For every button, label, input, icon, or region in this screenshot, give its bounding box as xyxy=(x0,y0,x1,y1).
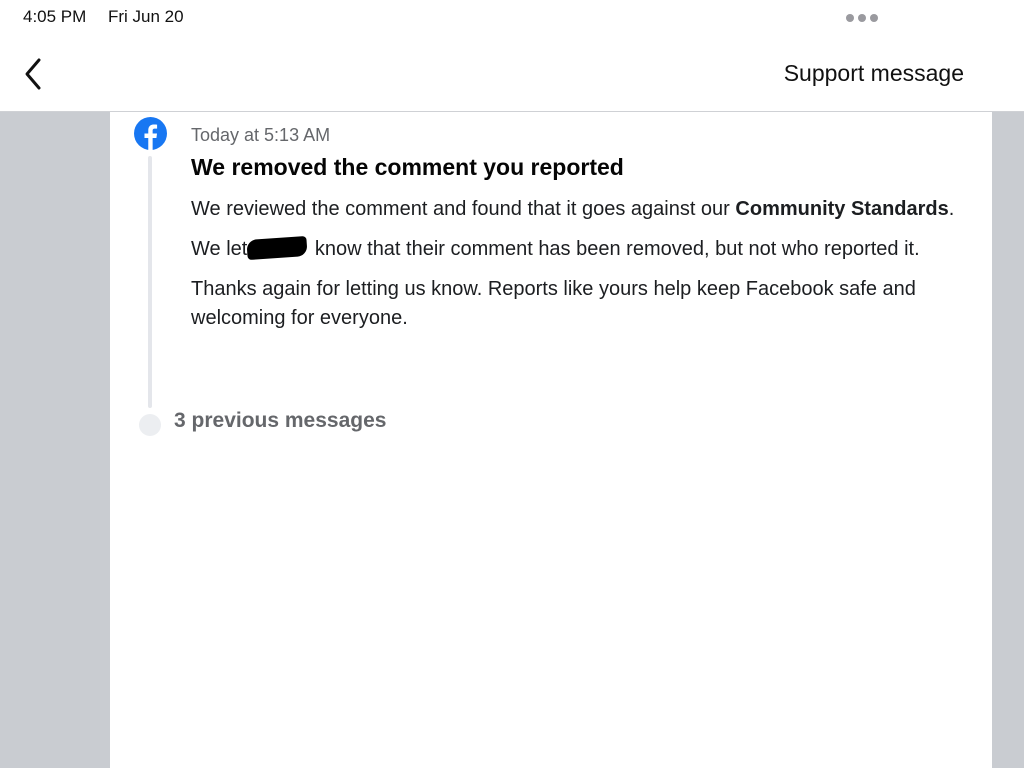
message-paragraph: We let know that their comment has been … xyxy=(191,235,971,264)
message-panel: Today at 5:13 AM We removed the comment … xyxy=(110,112,992,768)
message-paragraph: Thanks again for letting us know. Report… xyxy=(191,278,916,329)
back-button[interactable] xyxy=(16,54,52,94)
status-time: 4:05 PM xyxy=(23,7,87,26)
multitasking-dots-icon[interactable] xyxy=(846,14,878,22)
paragraph-text: We reviewed the comment and found that i… xyxy=(191,198,736,220)
status-date: Fri Jun 20 xyxy=(108,7,184,26)
thread-line xyxy=(148,156,152,408)
previous-messages-link[interactable]: 3 previous messages xyxy=(174,409,386,433)
status-bar: 4:05 PM Fri Jun 20 xyxy=(0,0,1024,36)
message-paragraph: We reviewed the comment and found that i… xyxy=(191,195,971,224)
community-standards-text: Community Standards xyxy=(735,198,949,220)
paragraph-text: . xyxy=(948,198,955,220)
paragraph-text: know that their comment has been removed… xyxy=(309,238,920,260)
thread-dot xyxy=(139,414,161,436)
message-timestamp: Today at 5:13 AM xyxy=(191,125,331,145)
chevron-left-icon xyxy=(25,58,41,90)
navigation-bar: Support message xyxy=(0,36,1024,112)
redaction-mark xyxy=(246,235,308,261)
message-body: We reviewed the comment and found that i… xyxy=(191,195,971,344)
content-area: Today at 5:13 AM We removed the comment … xyxy=(0,112,1024,768)
facebook-icon xyxy=(134,117,167,150)
message-heading: We removed the comment you reported xyxy=(191,154,624,180)
page-title: Support message xyxy=(783,60,964,86)
paragraph-text: We let xyxy=(191,238,248,260)
